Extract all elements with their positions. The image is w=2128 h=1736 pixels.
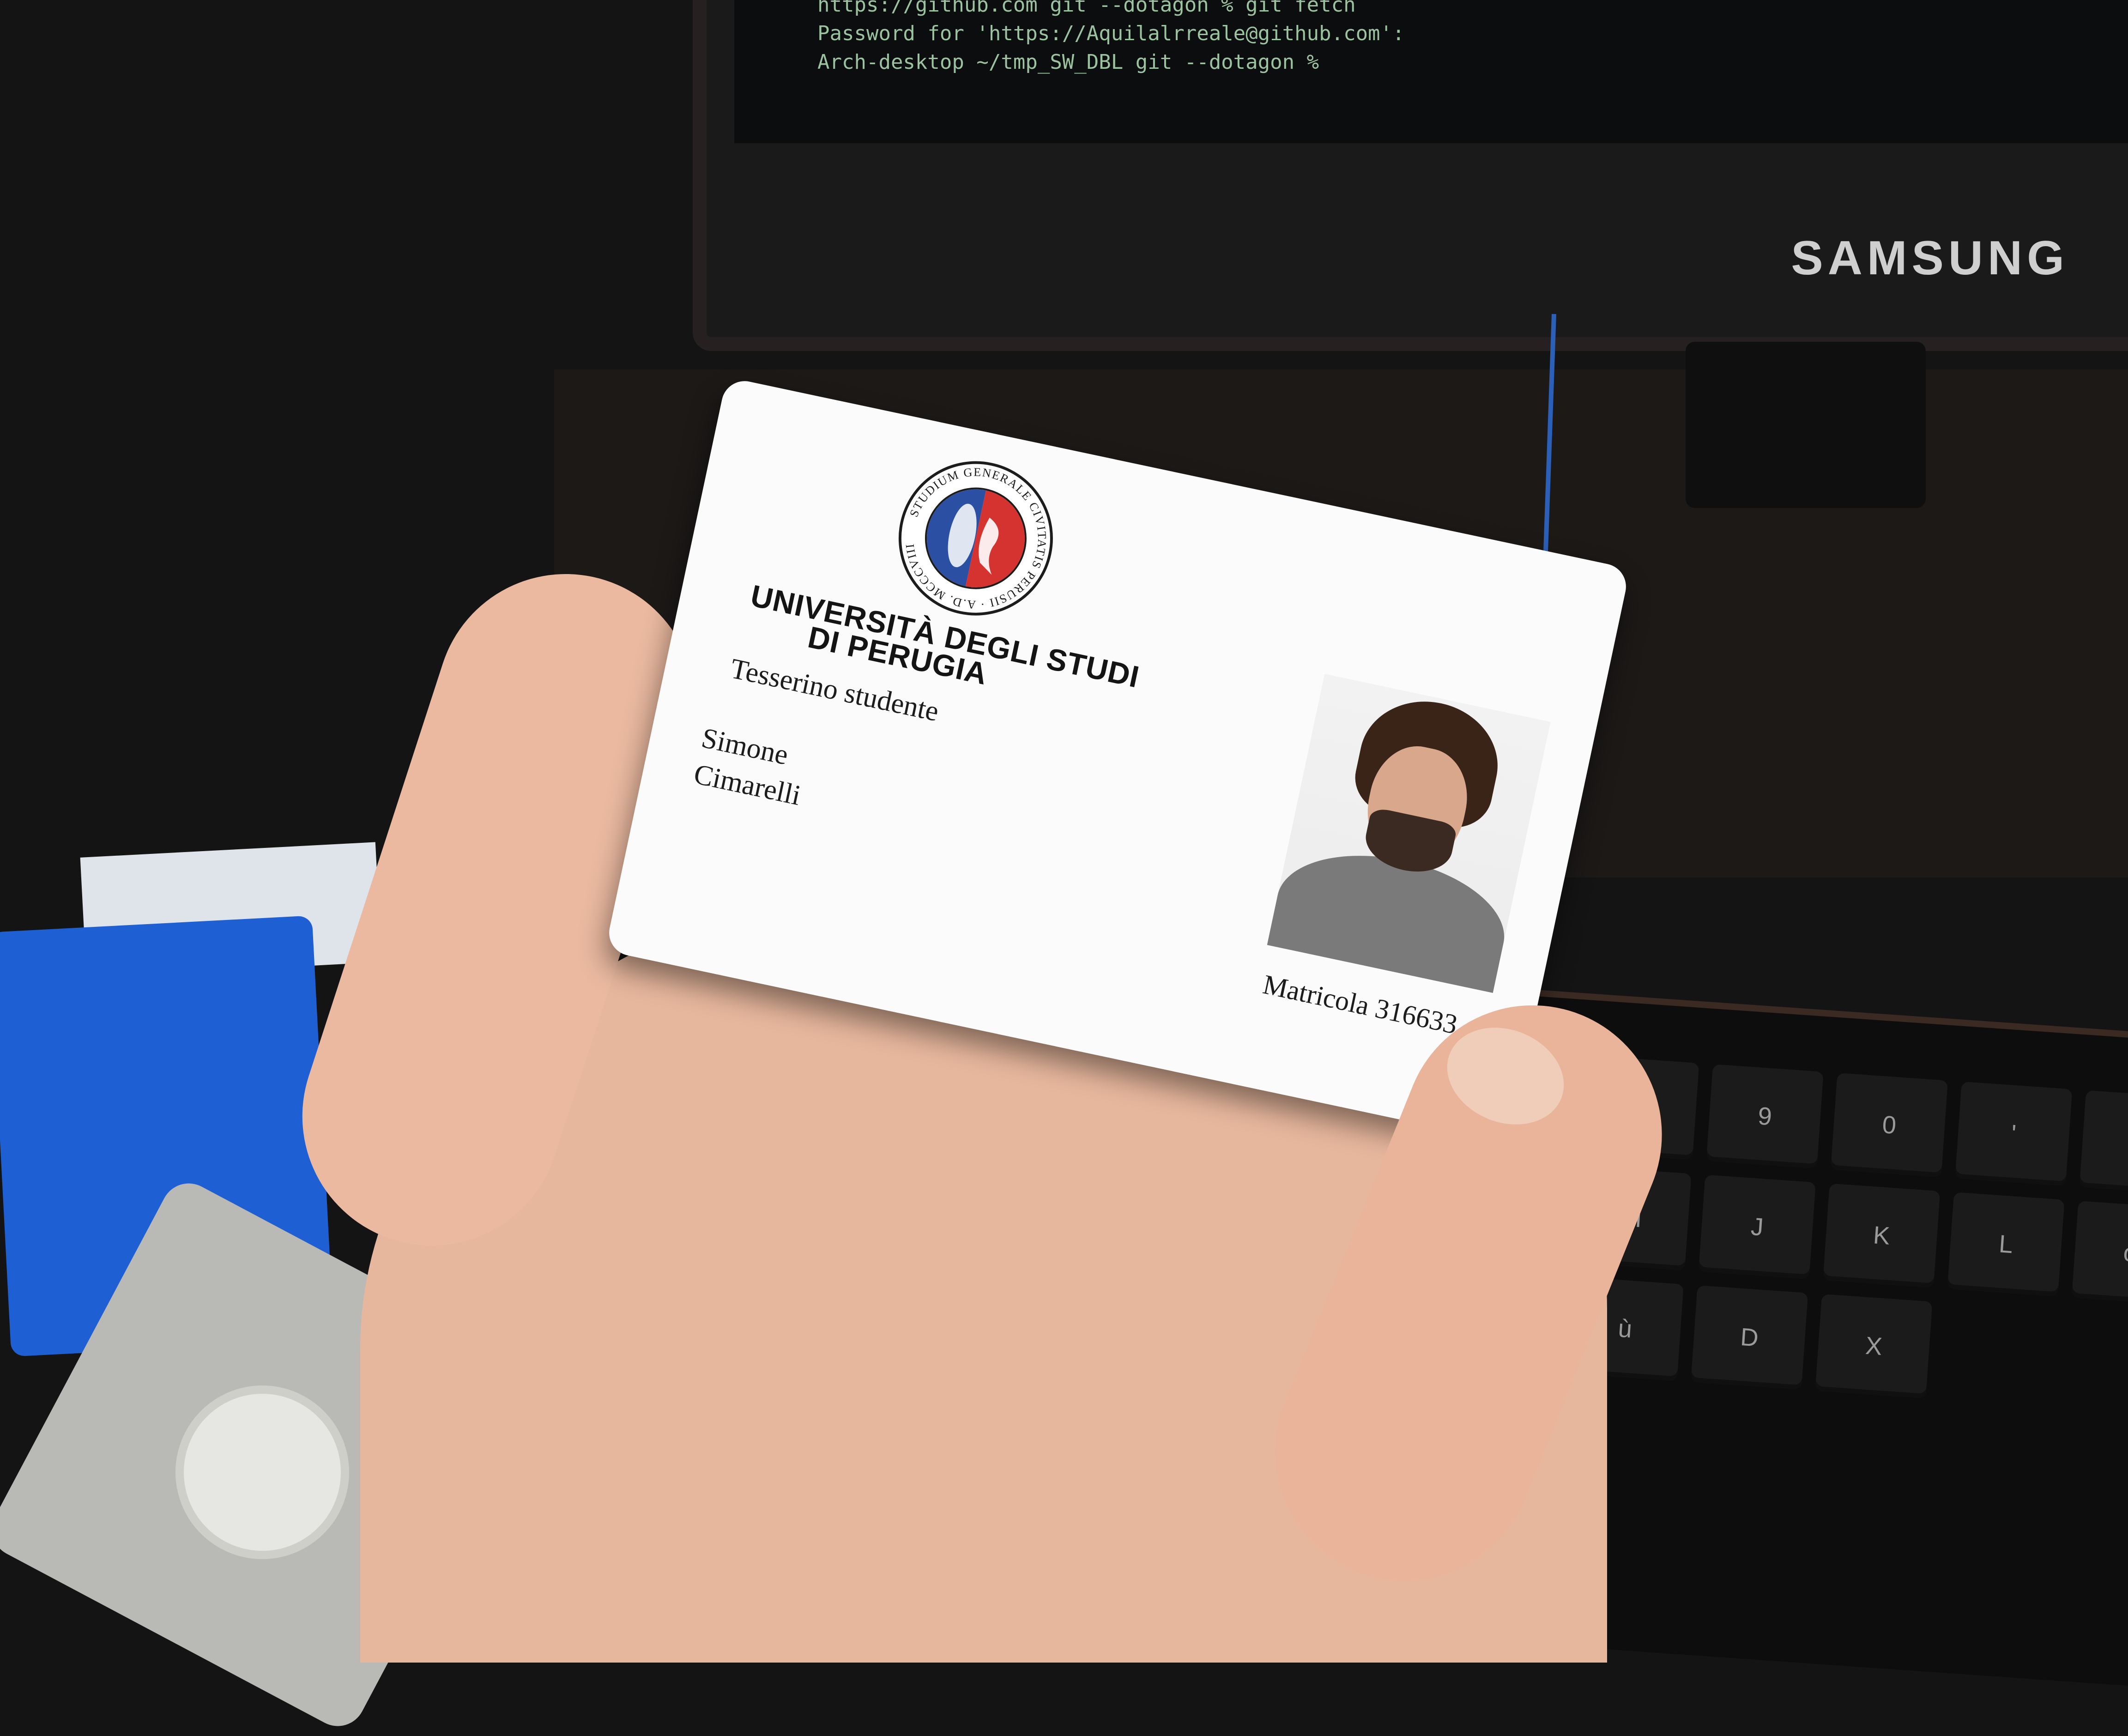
university-seal-icon: STUDIUM GENERALE CIVITATIS PERUSII · A.D… [890,452,1063,625]
photo-scene: https://github.com git --dotagon % git f… [0,0,2128,1736]
student-photo [1267,674,1551,993]
terminal-line: Password for 'https://Aquilalrreale@gith… [817,22,1405,45]
terminal-line: Arch-desktop ~/tmp_SW_DBL git --dotagon … [817,50,1319,74]
monitor-stand [1686,342,1926,508]
keyboard-key: D [1691,1285,1808,1390]
monitor-brand-logo: SAMSUNG [1791,231,2069,285]
keyboard-key: ò [2071,1201,2128,1306]
terminal-line: https://github.com git --dotagon % git f… [817,0,1356,17]
terminal-screen: https://github.com git --dotagon % git f… [734,0,2128,143]
keyboard-key: K [1823,1183,1941,1288]
keyboard-key: 0 [1831,1073,1948,1178]
keyboard-key: ' [1955,1081,2073,1186]
keyboard-key: 9 [1706,1064,1824,1169]
monitor: https://github.com git --dotagon % git f… [693,0,2128,351]
keyboard-key: J [1698,1174,1816,1279]
remote-dpad [175,1385,349,1559]
keyboard-key: ì [2079,1090,2128,1195]
student-last-name: Cimarelli [691,758,804,812]
keyboard-key: X [1815,1294,1933,1399]
keyboard-key: L [1947,1192,2065,1297]
